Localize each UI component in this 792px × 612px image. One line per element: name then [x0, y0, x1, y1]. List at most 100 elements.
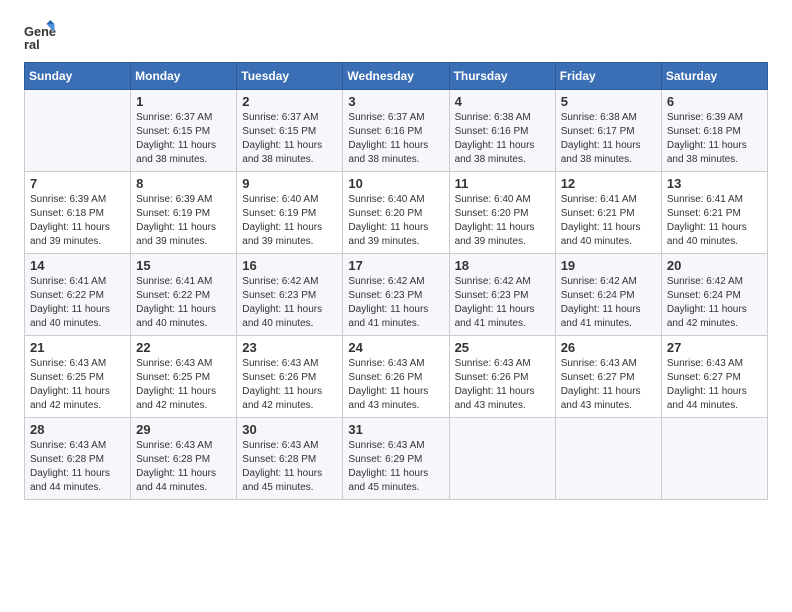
day-number: 20 [667, 258, 762, 273]
calendar-cell: 3 Sunrise: 6:37 AM Sunset: 6:16 PM Daylig… [343, 90, 449, 172]
calendar-cell: 29 Sunrise: 6:43 AM Sunset: 6:28 PM Dayli… [131, 418, 237, 500]
calendar-cell: 14 Sunrise: 6:41 AM Sunset: 6:22 PM Dayli… [25, 254, 131, 336]
day-number: 15 [136, 258, 231, 273]
calendar-cell: 19 Sunrise: 6:42 AM Sunset: 6:24 PM Dayli… [555, 254, 661, 336]
day-info: Sunrise: 6:42 AM Sunset: 6:23 PM Dayligh… [242, 275, 337, 331]
calendar-cell: 4Sunrise: 6:38 AM Sunset: 6:16 PM Daylig… [449, 90, 555, 172]
day-info: Sunrise: 6:41 AM Sunset: 6:22 PM Dayligh… [30, 275, 125, 331]
day-number: 22 [136, 340, 231, 355]
day-number: 21 [30, 340, 125, 355]
page-header: Gene ral [24, 20, 768, 52]
calendar-cell: 12 Sunrise: 6:41 AM Sunset: 6:21 PM Dayli… [555, 172, 661, 254]
calendar-cell: 8 Sunrise: 6:39 AM Sunset: 6:19 PM Daylig… [131, 172, 237, 254]
day-info: Sunrise: 6:41 AM Sunset: 6:22 PM Dayligh… [136, 275, 231, 331]
header-tuesday: Tuesday [237, 63, 343, 90]
day-info: Sunrise: 6:41 AM Sunset: 6:21 PM Dayligh… [667, 193, 762, 249]
calendar-cell: 11 Sunrise: 6:40 AM Sunset: 6:20 PM Dayli… [449, 172, 555, 254]
calendar-cell [25, 90, 131, 172]
calendar-cell: 23Sunrise: 6:43 AM Sunset: 6:26 PM Dayli… [237, 336, 343, 418]
day-info: Sunrise: 6:43 AM Sunset: 6:29 PM Dayligh… [348, 439, 443, 495]
day-info: Sunrise: 6:43 AM Sunset: 6:28 PM Dayligh… [136, 439, 231, 495]
day-info: Sunrise: 6:43 AM Sunset: 6:26 PM Dayligh… [348, 357, 443, 413]
day-number: 17 [348, 258, 443, 273]
logo-icon: Gene ral [24, 20, 56, 52]
day-number: 7 [30, 176, 125, 191]
calendar-cell: 13 Sunrise: 6:41 AM Sunset: 6:21 PM Dayli… [661, 172, 767, 254]
header-saturday: Saturday [661, 63, 767, 90]
day-number: 16 [242, 258, 337, 273]
day-number: 11 [455, 176, 550, 191]
week-row-4: 21 Sunrise: 6:43 AM Sunset: 6:25 PM Dayli… [25, 336, 768, 418]
day-number: 31 [348, 422, 443, 437]
day-number: 25 [455, 340, 550, 355]
header-monday: Monday [131, 63, 237, 90]
day-number: 2 [242, 94, 337, 109]
day-info: Sunrise: 6:40 AM Sunset: 6:20 PM Dayligh… [348, 193, 443, 249]
calendar-cell: 5Sunrise: 6:38 AM Sunset: 6:17 PM Daylig… [555, 90, 661, 172]
calendar-cell [449, 418, 555, 500]
logo: Gene ral [24, 20, 60, 52]
day-number: 30 [242, 422, 337, 437]
day-info: Sunrise: 6:39 AM Sunset: 6:19 PM Dayligh… [136, 193, 231, 249]
calendar-cell: 6Sunrise: 6:39 AM Sunset: 6:18 PM Daylig… [661, 90, 767, 172]
day-info: Sunrise: 6:39 AM Sunset: 6:18 PM Dayligh… [667, 111, 762, 167]
day-number: 13 [667, 176, 762, 191]
calendar-header-row: SundayMondayTuesdayWednesdayThursdayFrid… [25, 63, 768, 90]
day-number: 1 [136, 94, 231, 109]
day-number: 3 [348, 94, 443, 109]
day-info: Sunrise: 6:43 AM Sunset: 6:25 PM Dayligh… [136, 357, 231, 413]
day-info: Sunrise: 6:40 AM Sunset: 6:19 PM Dayligh… [242, 193, 337, 249]
calendar-cell: 24 Sunrise: 6:43 AM Sunset: 6:26 PM Dayli… [343, 336, 449, 418]
calendar-table: SundayMondayTuesdayWednesdayThursdayFrid… [24, 62, 768, 500]
day-info: Sunrise: 6:43 AM Sunset: 6:28 PM Dayligh… [30, 439, 125, 495]
calendar-cell: 18 Sunrise: 6:42 AM Sunset: 6:23 PM Dayli… [449, 254, 555, 336]
day-info: Sunrise: 6:41 AM Sunset: 6:21 PM Dayligh… [561, 193, 656, 249]
header-sunday: Sunday [25, 63, 131, 90]
day-info: Sunrise: 6:37 AM Sunset: 6:15 PM Dayligh… [136, 111, 231, 167]
calendar-body: 1 Sunrise: 6:37 AM Sunset: 6:15 PM Daylig… [25, 90, 768, 500]
day-info: Sunrise: 6:39 AM Sunset: 6:18 PM Dayligh… [30, 193, 125, 249]
day-number: 23 [242, 340, 337, 355]
day-number: 5 [561, 94, 656, 109]
day-info: Sunrise: 6:43 AM Sunset: 6:27 PM Dayligh… [667, 357, 762, 413]
calendar-cell: 30Sunrise: 6:43 AM Sunset: 6:28 PM Dayli… [237, 418, 343, 500]
week-row-3: 14 Sunrise: 6:41 AM Sunset: 6:22 PM Dayli… [25, 254, 768, 336]
calendar-cell: 27 Sunrise: 6:43 AM Sunset: 6:27 PM Dayli… [661, 336, 767, 418]
calendar-cell: 17 Sunrise: 6:42 AM Sunset: 6:23 PM Dayli… [343, 254, 449, 336]
calendar-cell [661, 418, 767, 500]
calendar-cell: 9 Sunrise: 6:40 AM Sunset: 6:19 PM Daylig… [237, 172, 343, 254]
calendar-cell [555, 418, 661, 500]
day-number: 27 [667, 340, 762, 355]
day-info: Sunrise: 6:43 AM Sunset: 6:27 PM Dayligh… [561, 357, 656, 413]
day-number: 14 [30, 258, 125, 273]
day-info: Sunrise: 6:42 AM Sunset: 6:23 PM Dayligh… [348, 275, 443, 331]
calendar-cell: 1 Sunrise: 6:37 AM Sunset: 6:15 PM Daylig… [131, 90, 237, 172]
day-info: Sunrise: 6:42 AM Sunset: 6:23 PM Dayligh… [455, 275, 550, 331]
calendar-cell: 15 Sunrise: 6:41 AM Sunset: 6:22 PM Dayli… [131, 254, 237, 336]
day-number: 29 [136, 422, 231, 437]
calendar-cell: 22 Sunrise: 6:43 AM Sunset: 6:25 PM Dayli… [131, 336, 237, 418]
day-info: Sunrise: 6:37 AM Sunset: 6:16 PM Dayligh… [348, 111, 443, 167]
calendar-cell: 2Sunrise: 6:37 AM Sunset: 6:15 PM Daylig… [237, 90, 343, 172]
day-number: 18 [455, 258, 550, 273]
day-info: Sunrise: 6:43 AM Sunset: 6:25 PM Dayligh… [30, 357, 125, 413]
day-info: Sunrise: 6:40 AM Sunset: 6:20 PM Dayligh… [455, 193, 550, 249]
week-row-2: 7 Sunrise: 6:39 AM Sunset: 6:18 PM Daylig… [25, 172, 768, 254]
week-row-5: 28Sunrise: 6:43 AM Sunset: 6:28 PM Dayli… [25, 418, 768, 500]
day-number: 8 [136, 176, 231, 191]
day-info: Sunrise: 6:38 AM Sunset: 6:16 PM Dayligh… [455, 111, 550, 167]
calendar-cell: 20Sunrise: 6:42 AM Sunset: 6:24 PM Dayli… [661, 254, 767, 336]
header-wednesday: Wednesday [343, 63, 449, 90]
day-number: 12 [561, 176, 656, 191]
calendar-cell: 21 Sunrise: 6:43 AM Sunset: 6:25 PM Dayli… [25, 336, 131, 418]
day-info: Sunrise: 6:42 AM Sunset: 6:24 PM Dayligh… [561, 275, 656, 331]
calendar-cell: 10Sunrise: 6:40 AM Sunset: 6:20 PM Dayli… [343, 172, 449, 254]
calendar-cell: 7 Sunrise: 6:39 AM Sunset: 6:18 PM Daylig… [25, 172, 131, 254]
day-number: 19 [561, 258, 656, 273]
calendar-cell: 16 Sunrise: 6:42 AM Sunset: 6:23 PM Dayli… [237, 254, 343, 336]
day-number: 26 [561, 340, 656, 355]
day-number: 9 [242, 176, 337, 191]
svg-text:ral: ral [24, 37, 40, 52]
calendar-cell: 28Sunrise: 6:43 AM Sunset: 6:28 PM Dayli… [25, 418, 131, 500]
day-number: 24 [348, 340, 443, 355]
